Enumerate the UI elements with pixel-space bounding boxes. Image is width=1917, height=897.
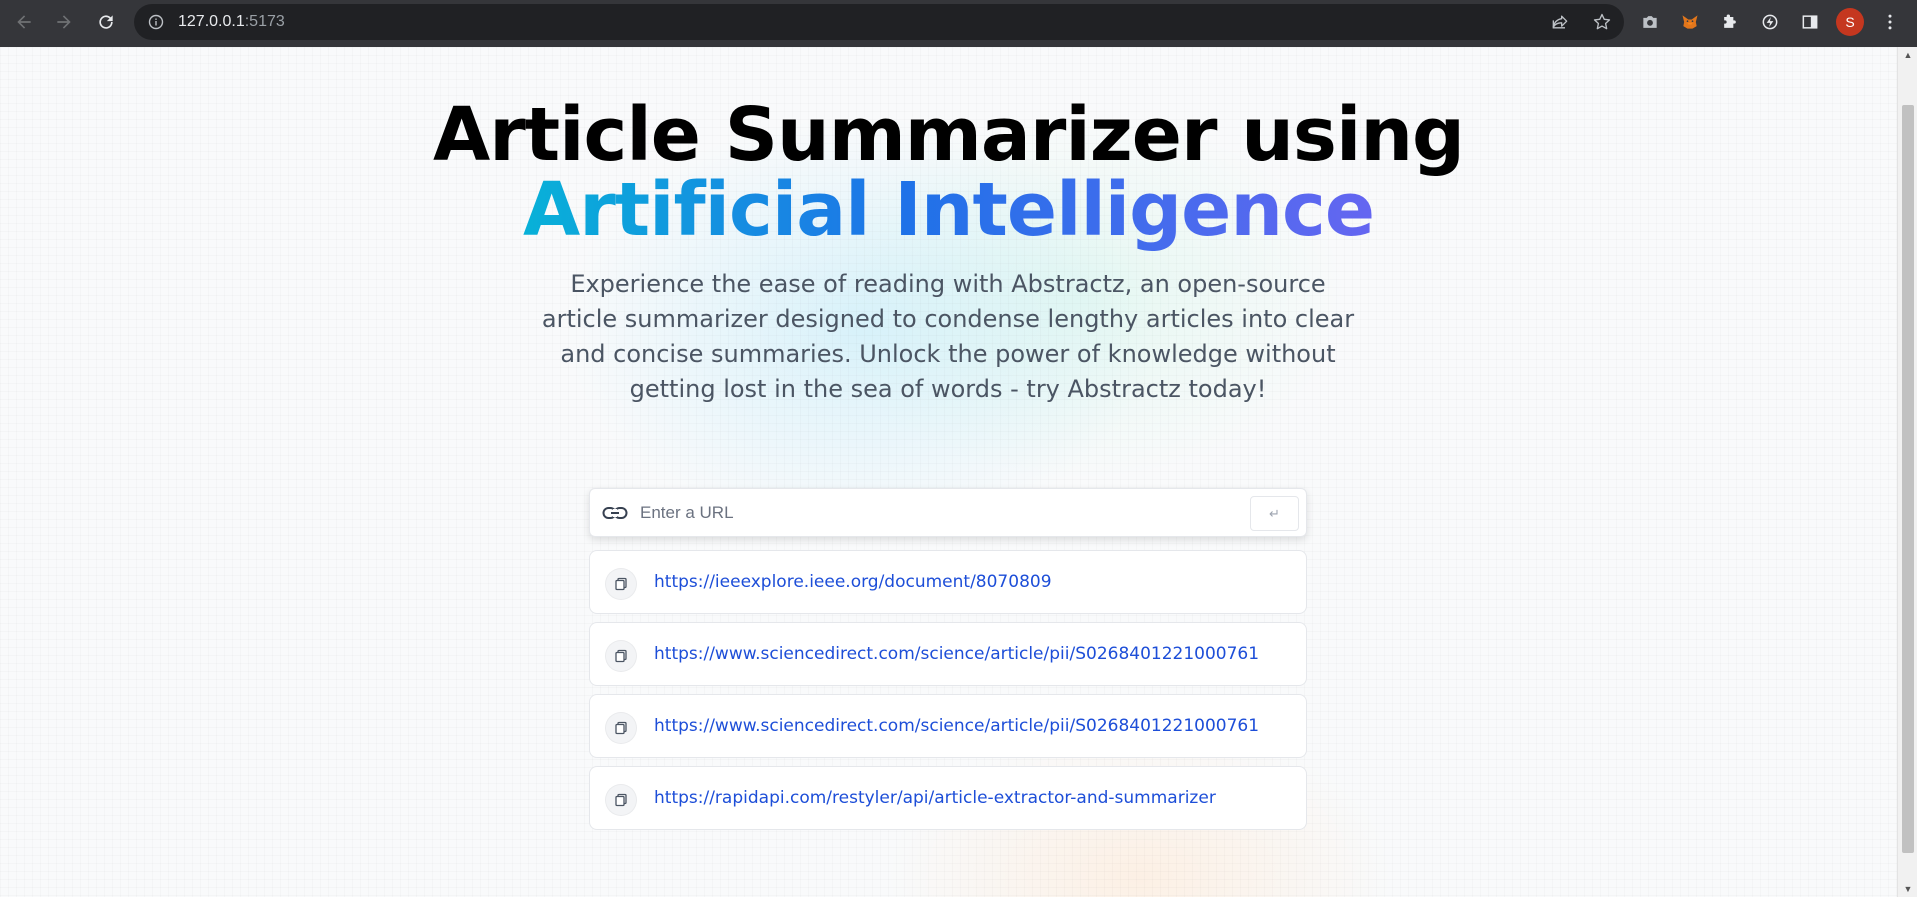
puzzle-extensions-icon (1724, 14, 1736, 28)
hero-title-highlight: Artificial Intelligence (0, 167, 1897, 253)
copy-button[interactable] (605, 784, 637, 816)
history-item[interactable]: https://rapidapi.com/restyler/api/articl… (589, 766, 1307, 830)
forward-button[interactable] (44, 2, 84, 42)
copy-button[interactable] (605, 640, 637, 672)
extensions-area: S (1634, 4, 1906, 40)
reload-button[interactable] (86, 2, 126, 42)
avatar: S (1836, 8, 1864, 36)
bolt-extension-button[interactable] (1754, 6, 1786, 38)
side-panel-button[interactable] (1794, 6, 1826, 38)
history-item[interactable]: https://www.sciencedirect.com/science/ar… (589, 694, 1307, 758)
back-arrow-icon (17, 15, 31, 29)
scrollbar-thumb[interactable] (1902, 105, 1914, 853)
bookmark-button[interactable] (1586, 6, 1618, 38)
browser-menu-button[interactable] (1874, 6, 1906, 38)
copy-icon (615, 793, 627, 807)
page-scrollbar[interactable]: ▲ ▼ (1897, 47, 1917, 897)
kebab-menu-icon (1888, 14, 1892, 30)
site-info-icon[interactable] (148, 14, 164, 30)
hero-title: Article Summarizer using (433, 92, 1465, 178)
copy-icon (615, 577, 627, 591)
history-item[interactable]: https://ieeexplore.ieee.org/document/807… (589, 550, 1307, 614)
metamask-button[interactable] (1674, 6, 1706, 38)
hero-description: Experience the ease of reading with Abst… (541, 270, 1355, 403)
history-link[interactable]: https://www.sciencedirect.com/science/ar… (654, 716, 1259, 736)
forward-arrow-icon (57, 15, 71, 29)
url-input[interactable] (640, 499, 1240, 527)
extensions-button[interactable] (1714, 6, 1746, 38)
address-bar[interactable]: 127.0.0.1:5173 (134, 4, 1624, 40)
scroll-up-arrow-icon[interactable]: ▲ (1898, 47, 1917, 63)
copy-icon (615, 649, 627, 663)
profile-button[interactable]: S (1834, 6, 1866, 38)
copy-button[interactable] (605, 712, 637, 744)
url-search-form: ↵ (589, 488, 1307, 537)
submit-button[interactable]: ↵ (1250, 496, 1299, 531)
scroll-down-arrow-icon[interactable]: ▼ (1898, 881, 1917, 897)
history-link[interactable]: https://www.sciencedirect.com/science/ar… (654, 644, 1259, 664)
link-icon (602, 507, 628, 519)
copy-icon (615, 721, 627, 735)
metamask-fox-icon (1682, 15, 1698, 29)
page-viewport: Article Summarizer using Artificial Inte… (0, 47, 1897, 897)
browser-toolbar: 127.0.0.1:5173 S (0, 0, 1917, 47)
history-link[interactable]: https://ieeexplore.ieee.org/document/807… (654, 572, 1052, 592)
history-list: https://ieeexplore.ieee.org/document/807… (589, 550, 1307, 838)
copy-button[interactable] (605, 568, 637, 600)
url-text: 127.0.0.1:5173 (178, 13, 285, 30)
side-panel-icon (1802, 15, 1818, 29)
bookmark-star-icon (1593, 13, 1611, 30)
share-icon (1552, 15, 1568, 29)
camera-extension-button[interactable] (1634, 6, 1666, 38)
history-item[interactable]: https://www.sciencedirect.com/science/ar… (589, 622, 1307, 686)
reload-icon (99, 15, 113, 29)
extension-bolt-icon (1762, 14, 1778, 30)
camera-extension-icon (1643, 16, 1657, 28)
history-link[interactable]: https://rapidapi.com/restyler/api/articl… (654, 788, 1216, 808)
back-button[interactable] (4, 2, 44, 42)
gradient-text: Artificial Intelligence (522, 167, 1375, 253)
share-button[interactable] (1544, 6, 1576, 38)
